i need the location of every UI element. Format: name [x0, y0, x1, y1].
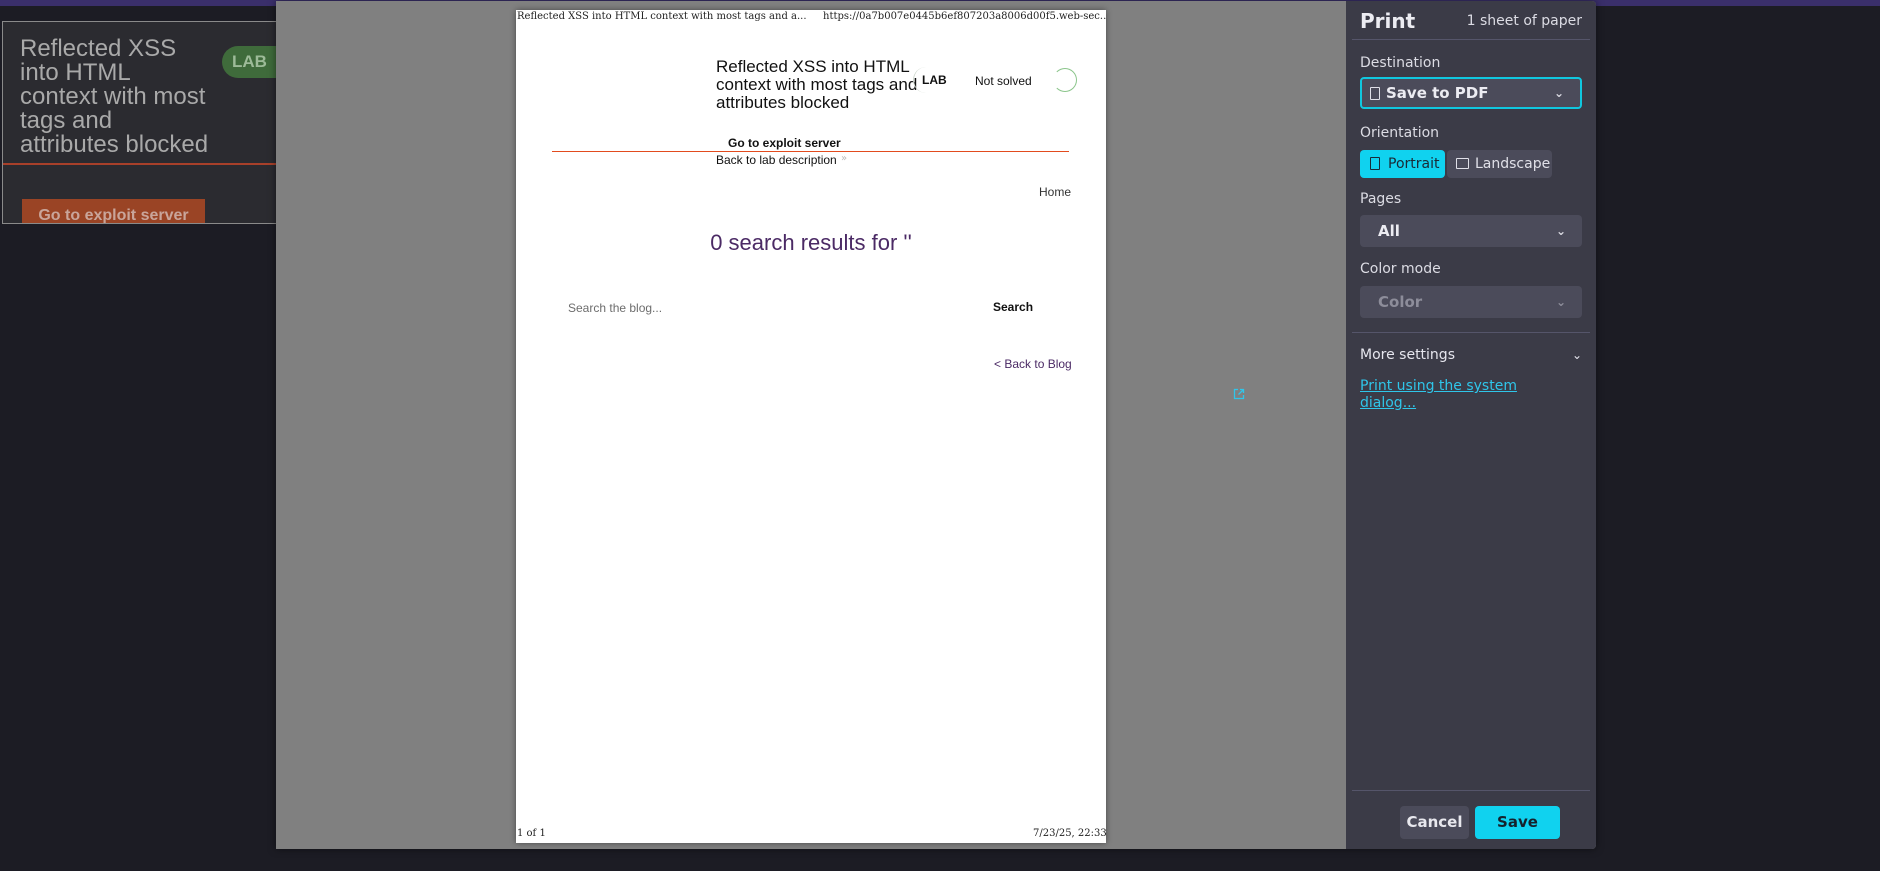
destination-label: Destination — [1360, 55, 1441, 71]
orientation-portrait-button[interactable]: Portrait — [1360, 150, 1445, 178]
preview-search-button: Search — [993, 300, 1034, 314]
print-preview-area: Reflected XSS into HTML context with mos… — [276, 1, 1346, 849]
cancel-button[interactable]: Cancel — [1400, 806, 1469, 839]
sheet-count: 1 sheet of paper — [1466, 13, 1582, 29]
preview-lab-badge: LAB — [913, 67, 949, 93]
print-dialog: Reflected XSS into HTML context with mos… — [276, 1, 1596, 849]
orientation-landscape-button[interactable]: Landscape — [1447, 150, 1552, 178]
header-divider — [1352, 39, 1590, 40]
preview-status-text: Not solved — [975, 74, 1032, 88]
document-icon — [1370, 87, 1380, 100]
preview-divider — [552, 151, 1069, 152]
chevron-down-icon: ⌄ — [1555, 295, 1566, 309]
background-divider — [3, 163, 277, 165]
pages-select[interactable]: All ⌄ — [1360, 215, 1582, 247]
preview-page: Reflected XSS into HTML context with mos… — [516, 10, 1106, 843]
destination-value: Save to PDF — [1386, 84, 1489, 102]
orientation-label: Orientation — [1360, 125, 1440, 141]
orientation-portrait-label: Portrait — [1388, 156, 1440, 172]
chevron-down-icon: ⌄ — [1553, 86, 1564, 100]
color-mode-label: Color mode — [1360, 261, 1441, 277]
background-lab-badge: LAB — [222, 46, 277, 78]
pages-value: All — [1378, 222, 1400, 240]
color-mode-select[interactable]: Color ⌄ — [1360, 286, 1582, 318]
preview-lab-title: Reflected XSS into HTML context with mos… — [716, 57, 918, 112]
chevron-down-icon: ⌄ — [1571, 348, 1582, 362]
more-settings-label: More settings — [1360, 347, 1455, 363]
background-lab-header: Reflected XSS into HTML context with mos… — [2, 21, 278, 224]
preview-header-url: https://0a7b007e0445b6ef807203a8006d00f5… — [823, 11, 1106, 22]
orientation-landscape-label: Landscape — [1475, 156, 1551, 172]
preview-results-heading: 0 search results for '' — [710, 230, 912, 255]
preview-exploit-link: Go to exploit server — [728, 136, 841, 150]
preview-footer-date: 7/23/25, 22:33 — [1033, 828, 1106, 839]
system-dialog-link[interactable]: Print using the system dialog... — [1360, 378, 1525, 412]
landscape-page-icon — [1456, 158, 1469, 169]
preview-back-to-blog: < Back to Blog — [994, 357, 1072, 371]
dialog-title: Print — [1360, 9, 1416, 33]
portrait-page-icon — [1370, 157, 1380, 170]
more-settings-toggle[interactable]: More settings ⌄ — [1360, 347, 1582, 363]
preview-footer-page-number: 1 of 1 — [517, 828, 546, 839]
status-spinner-icon — [1053, 68, 1077, 92]
preview-back-to-description: Back to lab description — [716, 153, 837, 167]
pages-label: Pages — [1360, 191, 1402, 207]
preview-header-title: Reflected XSS into HTML context with mos… — [517, 11, 807, 22]
background-lab-title: Reflected XSS into HTML context with mos… — [20, 35, 209, 158]
footer-divider — [1352, 790, 1590, 791]
save-button[interactable]: Save — [1475, 806, 1560, 839]
settings-divider — [1352, 332, 1590, 333]
color-mode-value: Color — [1378, 293, 1423, 311]
preview-search-input — [568, 298, 968, 318]
print-settings-panel: Print 1 sheet of paper Destination Save … — [1346, 1, 1596, 849]
background-exploit-button: Go to exploit server — [22, 199, 205, 223]
destination-select[interactable]: Save to PDF ⌄ — [1360, 77, 1582, 109]
chevron-down-icon: ⌄ — [1555, 224, 1566, 238]
external-link-icon[interactable] — [1233, 388, 1245, 400]
chevron-right-icon: » — [841, 153, 848, 164]
preview-home-link: Home — [1039, 185, 1072, 199]
